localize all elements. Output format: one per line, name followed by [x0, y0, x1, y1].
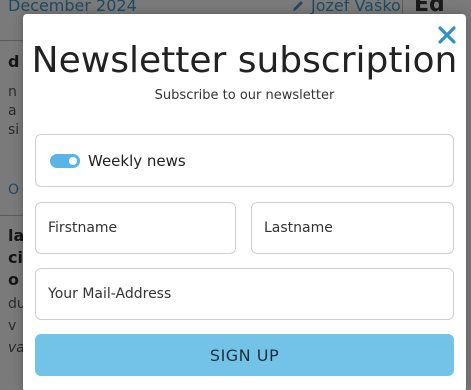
weekly-news-label: Weekly news [88, 151, 186, 170]
article-text-fragment: si [8, 122, 20, 138]
modal-title: Newsletter subscription [31, 40, 458, 81]
article-link-fragment: O [8, 182, 20, 198]
article-title-fragment: o [8, 270, 19, 289]
email-input[interactable] [35, 268, 454, 320]
modal-subtitle: Subscribe to our newsletter [154, 88, 335, 103]
sign-up-button[interactable]: SIGN UP [35, 334, 454, 376]
weekly-news-toggle[interactable] [50, 153, 80, 168]
article-author-name: Jozef Vaško [311, 0, 401, 15]
pencil-icon [293, 0, 303, 11]
toggle-knob [69, 156, 77, 165]
article-text-fragment: n [8, 84, 17, 100]
weekly-news-option: Weekly news [35, 134, 454, 187]
firstname-input[interactable] [35, 202, 236, 254]
article-title-fragment: ci [8, 248, 23, 267]
article-author: Jozef Vaško [291, 0, 401, 15]
article-title-fragment: la [8, 226, 25, 245]
article-text-fragment: v [8, 318, 17, 334]
article-date: December 2024 [8, 0, 137, 15]
article-text-fragment: a [8, 103, 17, 119]
article-title-fragment: d [8, 52, 20, 71]
newsletter-modal: Newsletter subscription Subscribe to our… [23, 14, 466, 390]
lastname-input[interactable] [251, 202, 454, 254]
